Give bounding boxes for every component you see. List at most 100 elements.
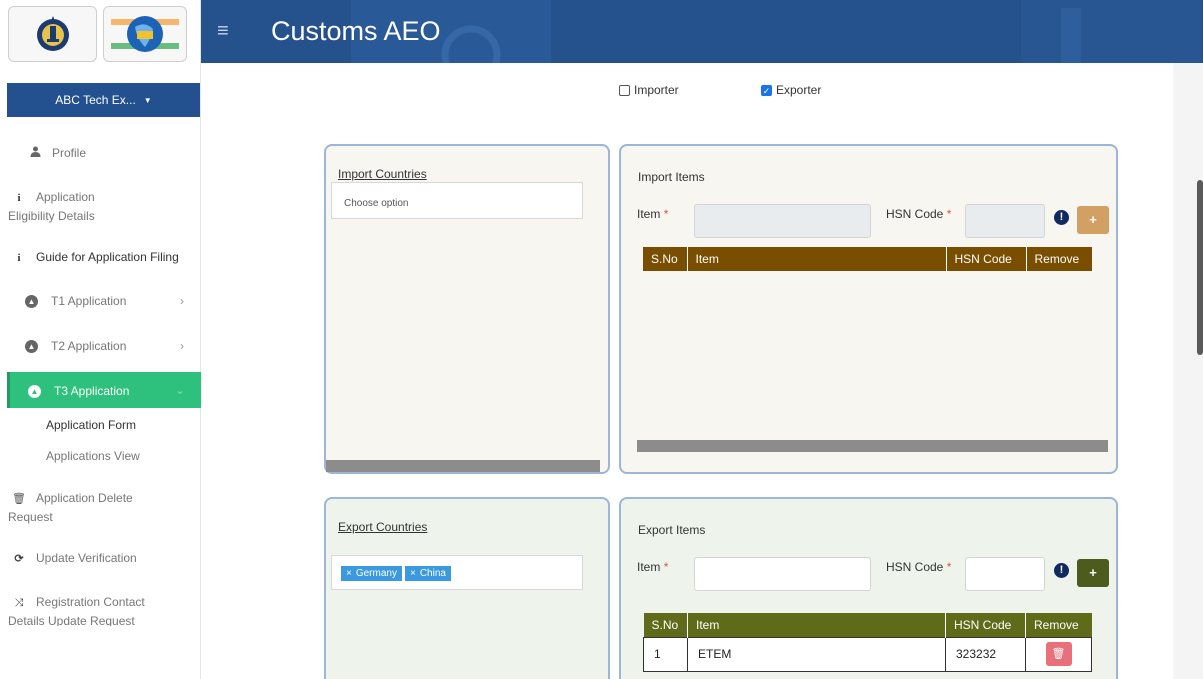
sidebar-item-label: Registration Contact [36, 595, 145, 609]
column-header-item: Item [686, 247, 946, 271]
horizontal-scrollbar[interactable] [326, 460, 600, 472]
export-items-table: S.No Item HSN Code Remove 1 ETEM 323232 … [643, 613, 1092, 672]
country-tag-label: Germany [355, 568, 397, 579]
cell-remove: 🗑 [1025, 636, 1092, 672]
required-mark: * [946, 207, 952, 221]
remove-tag-icon[interactable]: × [410, 568, 416, 579]
hamburger-icon[interactable]: ≡ [217, 20, 229, 43]
sidebar-item-label-line2: Details Update Request [8, 614, 135, 626]
circle-a-icon: ▲ [28, 385, 41, 399]
item-label-text: Item [637, 560, 661, 574]
exclamation-circle-icon[interactable]: ! [1054, 563, 1069, 578]
country-tag[interactable]: × China [404, 566, 451, 581]
sidebar-item-label: T3 Application [54, 384, 130, 398]
exclamation-circle-icon[interactable]: ! [1054, 210, 1069, 225]
trash-icon: 🗑 [12, 493, 26, 505]
info-icon: i [17, 252, 21, 264]
column-header-remove: Remove [1025, 247, 1092, 271]
scrollbar-thumb[interactable] [1197, 180, 1203, 355]
sidebar-item-t2[interactable]: ▲ T2 Application › [25, 339, 200, 354]
export-hsn-input[interactable] [965, 557, 1045, 591]
horizontal-scrollbar[interactable] [637, 440, 1108, 452]
exporter-checkbox-row[interactable]: ✓ Exporter [761, 83, 821, 97]
hsn-code-label: HSN Code * [886, 207, 951, 221]
sidebar-item-label: Application [36, 190, 95, 204]
import-countries-placeholder: Choose option [344, 198, 409, 209]
importer-label: Importer [634, 83, 679, 97]
import-item-input[interactable] [694, 204, 871, 238]
user-dropdown[interactable]: ABC Tech Ex... ▼ [7, 83, 200, 117]
column-header-sno: S.No [643, 247, 687, 271]
importer-checkbox-row[interactable]: Importer [619, 83, 679, 97]
cell-sno: 1 [643, 636, 688, 672]
sidebar-item-registration-contact[interactable]: ⤨ Registration Contact Details Update Req… [8, 593, 198, 626]
info-icon: i [17, 192, 21, 204]
import-countries-select[interactable]: Choose option [331, 182, 583, 219]
import-items-table: S.No Item HSN Code Remove [643, 247, 1092, 271]
scrollbar-track[interactable] [1173, 63, 1203, 679]
cell-hsn: 323232 [945, 636, 1026, 672]
item-label-text: Item [637, 207, 661, 221]
column-header-hsn: HSN Code [945, 613, 1026, 637]
chevron-right-icon: › [180, 294, 184, 308]
hsn-code-label: HSN Code * [886, 560, 951, 574]
import-hsn-input[interactable] [965, 204, 1045, 238]
aeo-logo [103, 6, 187, 62]
item-label: Item * [637, 560, 668, 574]
remove-tag-icon[interactable]: × [346, 568, 352, 579]
sidebar-item-delete-request[interactable]: 🗑 Application Delete Request [8, 489, 198, 526]
hsn-code-label-text: HSN Code [886, 560, 944, 574]
table-row: 1 ETEM 323232 🗑 [643, 636, 1092, 672]
sidebar-item-update-verification[interactable]: ⟳ Update Verification [12, 551, 202, 565]
export-items-panel: Export Items Item * HSN Code * ! + S.No … [619, 497, 1118, 679]
sidebar: ABC Tech Ex... ▼ Profile i Application El… [0, 0, 201, 679]
column-header-hsn: HSN Code [945, 247, 1026, 271]
caret-down-icon: ▼ [143, 95, 152, 105]
cell-item: ETEM [687, 636, 946, 672]
export-countries-panel: Export Countries × Germany × China [324, 497, 610, 679]
required-mark: * [946, 560, 952, 574]
import-items-title: Import Items [638, 170, 705, 184]
user-name: ABC Tech Ex... [55, 93, 136, 107]
export-add-button[interactable]: + [1077, 559, 1109, 587]
sidebar-item-eligibility[interactable]: i Application Eligibility Details [8, 188, 198, 225]
sidebar-item-profile[interactable]: Profile [28, 146, 198, 160]
sidebar-item-label: Application Delete [36, 491, 133, 505]
chevron-right-icon: › [180, 339, 184, 353]
country-tag[interactable]: × Germany [341, 566, 402, 581]
export-countries-select[interactable]: × Germany × China [331, 555, 583, 590]
sidebar-sub-application-form[interactable]: Application Form [46, 418, 136, 432]
sidebar-item-label: Update Verification [36, 551, 137, 565]
sidebar-item-guide[interactable]: i Guide for Application Filing [12, 250, 202, 264]
hsn-code-label-text: HSN Code [886, 207, 944, 221]
country-tag-label: China [419, 568, 446, 579]
sidebar-item-label-line2: Eligibility Details [8, 209, 95, 223]
exporter-checkbox[interactable]: ✓ [761, 84, 772, 96]
top-header: ≡ Customs AEO [201, 0, 1203, 63]
column-header-item: Item [687, 613, 946, 637]
trash-icon: 🗑 [1051, 648, 1066, 660]
chevron-down-icon: ⌄ [174, 383, 185, 397]
importer-checkbox[interactable] [619, 84, 630, 96]
sidebar-item-label-line2: Request [8, 510, 53, 524]
sidebar-item-t3[interactable]: ▲ T3 Application ⌄ [7, 372, 201, 408]
delete-row-button[interactable]: 🗑 [1045, 642, 1072, 666]
logo-area [0, 0, 200, 70]
import-add-button[interactable]: + [1077, 206, 1109, 234]
sidebar-sub-applications-view[interactable]: Applications View [46, 449, 140, 463]
export-countries-label: Export Countries [338, 520, 428, 534]
sidebar-item-t1[interactable]: ▲ T1 Application › [25, 294, 200, 309]
import-countries-label: Import Countries [338, 167, 427, 181]
export-items-title: Export Items [638, 523, 706, 537]
required-mark: * [663, 560, 669, 574]
column-header-remove: Remove [1025, 613, 1092, 637]
export-item-input[interactable] [694, 557, 871, 591]
sidebar-item-label: Guide for Application Filing [36, 250, 179, 264]
circle-a-icon: ▲ [25, 295, 38, 309]
sidebar-item-label: Profile [52, 146, 87, 160]
item-label: Item * [637, 207, 668, 221]
cbic-logo [8, 6, 97, 62]
sidebar-item-label: T2 Application [51, 339, 127, 353]
shuffle-icon: ⤨ [14, 597, 24, 609]
column-header-sno: S.No [643, 613, 688, 637]
